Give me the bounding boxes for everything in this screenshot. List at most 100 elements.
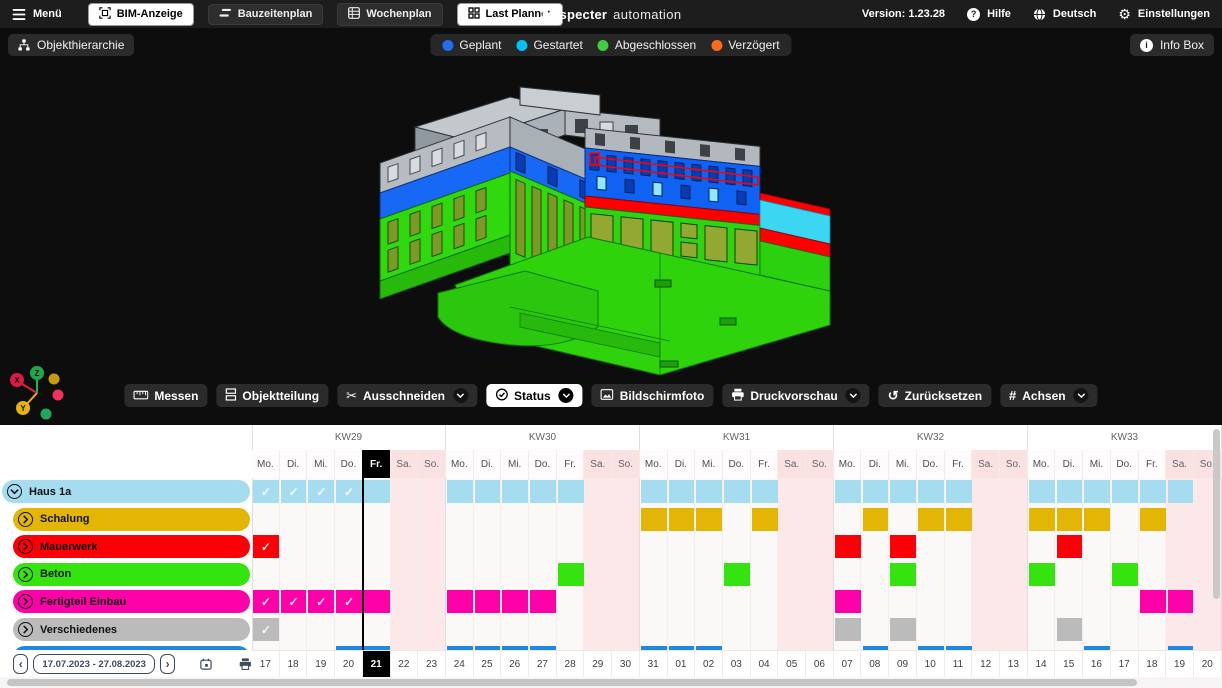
task-bar[interactable] xyxy=(918,480,944,503)
horizontal-scrollbar-thumb[interactable] xyxy=(7,679,1137,686)
task-bar[interactable] xyxy=(835,480,861,503)
row-label-pill[interactable]: Beton xyxy=(13,563,250,586)
status-button[interactable]: Status xyxy=(486,384,583,407)
task-bar[interactable] xyxy=(669,480,695,503)
task-bar[interactable]: ✓ xyxy=(308,480,334,503)
task-bar[interactable] xyxy=(502,480,528,503)
expand-icon[interactable] xyxy=(18,594,33,609)
menu-button[interactable]: Menü xyxy=(12,8,62,20)
chevron-down-icon[interactable] xyxy=(453,388,468,403)
row-label-pill[interactable]: Verschiedenes xyxy=(13,618,250,641)
task-bar[interactable]: ✓ xyxy=(281,480,307,503)
collapse-icon[interactable] xyxy=(7,484,22,499)
task-bar[interactable] xyxy=(1084,508,1110,531)
row-label-pill[interactable]: Fertigteil Einbau xyxy=(13,590,250,613)
info-box-button[interactable]: i Info Box xyxy=(1130,34,1214,56)
task-bar[interactable] xyxy=(946,480,972,503)
vertical-scrollbar[interactable] xyxy=(1213,429,1220,599)
task-bar[interactable] xyxy=(447,590,473,613)
task-bar[interactable]: ✓ xyxy=(281,590,307,613)
task-bar[interactable] xyxy=(1029,480,1055,503)
zurücksetzen-button[interactable]: ↺Zurücksetzen xyxy=(879,384,991,407)
task-bar[interactable] xyxy=(1084,480,1110,503)
task-bar[interactable] xyxy=(475,480,501,503)
task-bar[interactable] xyxy=(835,535,861,558)
expand-icon[interactable] xyxy=(18,622,33,637)
objektteilung-button[interactable]: Objektteilung xyxy=(216,384,328,407)
gizmo-neg-y-axis[interactable] xyxy=(49,374,60,385)
bildschirmfoto-button[interactable]: Bildschirmfoto xyxy=(592,384,714,407)
achsen-button[interactable]: #Achsen xyxy=(1000,384,1098,407)
task-bar[interactable] xyxy=(863,508,889,531)
task-bar[interactable] xyxy=(1140,480,1166,503)
task-bar[interactable] xyxy=(890,618,916,641)
task-bar[interactable] xyxy=(1029,508,1055,531)
task-bar[interactable] xyxy=(1057,480,1083,503)
task-bar[interactable]: ✓ xyxy=(253,590,279,613)
print-icon[interactable] xyxy=(239,656,252,672)
task-bar[interactable] xyxy=(1057,535,1083,558)
task-bar[interactable] xyxy=(1112,480,1138,503)
task-bar[interactable] xyxy=(835,590,861,613)
expand-icon[interactable] xyxy=(18,567,33,582)
task-bar[interactable] xyxy=(918,508,944,531)
task-bar[interactable] xyxy=(1168,590,1194,613)
calendar-icon[interactable] xyxy=(200,656,212,672)
row-label-pill[interactable]: Mauerwerk xyxy=(13,535,250,558)
task-bar[interactable] xyxy=(530,590,556,613)
task-bar[interactable] xyxy=(502,590,528,613)
chevron-down-icon[interactable] xyxy=(846,388,861,403)
task-bar[interactable] xyxy=(1168,480,1194,503)
task-bar[interactable] xyxy=(1057,508,1083,531)
task-bar[interactable] xyxy=(1029,563,1055,586)
task-bar[interactable]: ✓ xyxy=(253,618,279,641)
task-bar[interactable]: ✓ xyxy=(336,480,362,503)
druckvorschau-button[interactable]: Druckvorschau xyxy=(722,384,869,407)
task-bar[interactable] xyxy=(447,480,473,503)
task-bar[interactable] xyxy=(724,480,750,503)
date-range-field[interactable]: 17.07.2023 - 27.08.2023 xyxy=(33,654,155,674)
task-bar[interactable] xyxy=(752,508,778,531)
task-bar[interactable]: ✓ xyxy=(253,535,279,558)
axis-gizmo[interactable]: Z X Y xyxy=(6,361,68,423)
language-button[interactable]: Deutsch xyxy=(1033,8,1096,21)
gizmo-neg-x-axis[interactable] xyxy=(53,390,64,401)
prev-range-button[interactable]: ‹ xyxy=(13,654,28,674)
expand-icon[interactable] xyxy=(18,539,33,554)
task-bar[interactable] xyxy=(1140,508,1166,531)
task-bar[interactable] xyxy=(835,618,861,641)
row-label-pill[interactable]: Schalung xyxy=(13,508,250,531)
task-bar[interactable] xyxy=(890,535,916,558)
chevron-down-icon[interactable] xyxy=(559,388,574,403)
gizmo-neg-z-axis[interactable] xyxy=(41,409,52,420)
messen-button[interactable]: Messen xyxy=(124,384,207,407)
task-bar[interactable] xyxy=(530,480,556,503)
object-hierarchy-button[interactable]: Objekthierarchie xyxy=(8,34,134,56)
next-range-button[interactable]: › xyxy=(160,654,175,674)
horizontal-scrollbar[interactable] xyxy=(0,677,1222,688)
tab-wochenplan[interactable]: Wochenplan xyxy=(337,3,442,26)
task-bar[interactable] xyxy=(1057,618,1083,641)
ausschneiden-button[interactable]: ✂Ausschneiden xyxy=(337,384,477,407)
bim-3d-model[interactable] xyxy=(360,85,840,385)
help-button[interactable]: ? Hilfe xyxy=(967,8,1011,21)
tab-bim-anzeige[interactable]: BIM-Anzeige xyxy=(88,3,194,26)
task-bar[interactable] xyxy=(364,480,390,503)
task-bar[interactable] xyxy=(558,480,584,503)
task-bar[interactable] xyxy=(890,563,916,586)
expand-icon[interactable] xyxy=(18,512,33,527)
task-bar[interactable] xyxy=(558,563,584,586)
task-bar[interactable] xyxy=(641,480,667,503)
task-bar[interactable] xyxy=(475,590,501,613)
task-bar[interactable] xyxy=(890,480,916,503)
task-bar[interactable] xyxy=(696,480,722,503)
task-bar[interactable] xyxy=(863,480,889,503)
task-bar[interactable]: ✓ xyxy=(253,480,279,503)
task-bar[interactable]: ✓ xyxy=(308,590,334,613)
settings-button[interactable]: ⚙ Einstellungen xyxy=(1118,6,1210,23)
task-bar[interactable] xyxy=(669,508,695,531)
task-bar[interactable]: ✓ xyxy=(336,590,362,613)
row-label-pill[interactable]: Haus 1a xyxy=(2,480,250,503)
bim-3d-viewport[interactable]: Objekthierarchie GeplantGestartetAbgesch… xyxy=(0,28,1222,425)
task-bar[interactable] xyxy=(641,508,667,531)
